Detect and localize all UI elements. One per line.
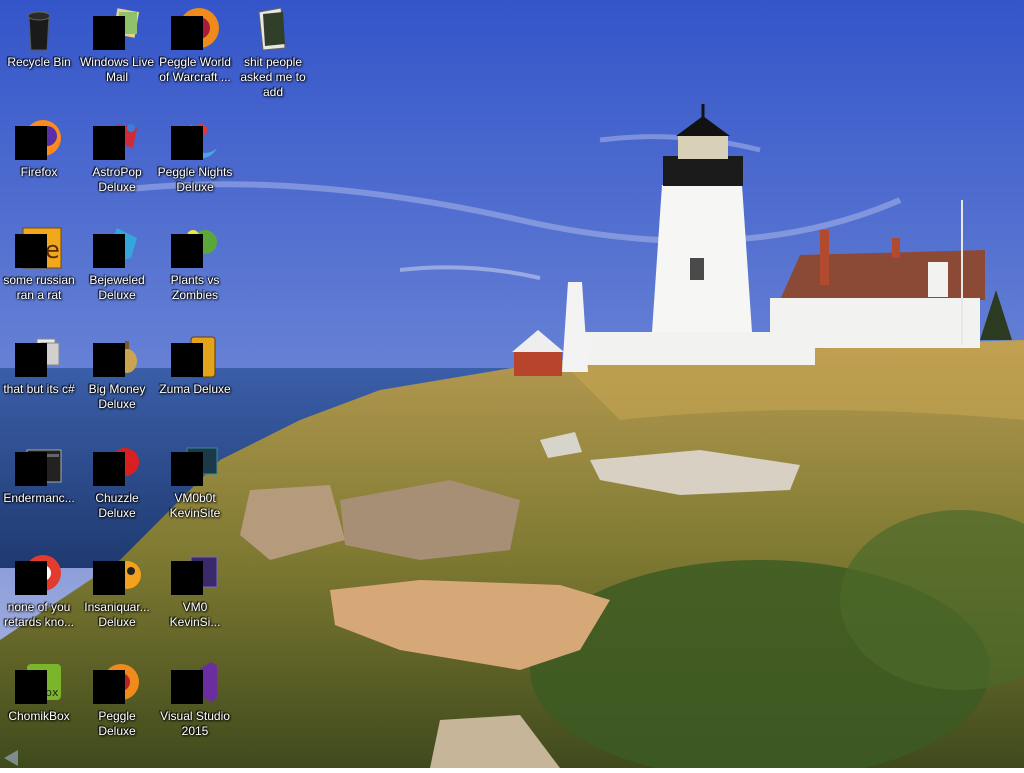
icon-label: that but its c# bbox=[3, 382, 75, 396]
redaction-box bbox=[93, 670, 125, 704]
desktop-icon-big-money-deluxe[interactable]: Big Money Deluxe bbox=[78, 327, 156, 435]
desktop-icon-bejeweled-deluxe[interactable]: Bejeweled Deluxe bbox=[78, 218, 156, 326]
desktop-icon-astropop-deluxe[interactable]: AstroPop Deluxe bbox=[78, 110, 156, 218]
desktop-icon-recycle-bin[interactable]: Recycle Bin bbox=[0, 0, 78, 108]
redaction-box bbox=[15, 452, 47, 486]
desktop-icon-vm0-kevinsite[interactable]: VM0 KevinSi... bbox=[156, 545, 234, 653]
icon-label: Bejeweled Deluxe bbox=[89, 273, 145, 302]
redaction-box bbox=[93, 452, 125, 486]
icon-label: Chuzzle Deluxe bbox=[95, 491, 139, 520]
desktop-icon-chuzzle-deluxe[interactable]: Chuzzle Deluxe bbox=[78, 436, 156, 544]
folder-icon bbox=[249, 4, 297, 52]
peggle-nights-icon bbox=[171, 114, 219, 162]
icon-label: Windows Live Mail bbox=[79, 55, 155, 84]
big-money-icon bbox=[93, 331, 141, 379]
icon-label: Peggle Deluxe bbox=[98, 709, 136, 738]
desktop-icon-russian-rat[interactable]: e some russian ran a rat bbox=[0, 218, 78, 326]
icon-label: ChomikBox bbox=[8, 709, 70, 723]
desktop-icon-endermanc[interactable]: Endermanc... bbox=[0, 436, 78, 544]
redaction-box bbox=[15, 343, 47, 377]
chomikbox-icon: bx bbox=[15, 658, 63, 706]
icon-label: Firefox bbox=[20, 165, 58, 179]
desktop-icon-firefox[interactable]: Firefox bbox=[0, 110, 78, 218]
redaction-box bbox=[93, 16, 125, 50]
bejeweled-icon bbox=[93, 222, 141, 270]
icon-label: Big Money Deluxe bbox=[88, 382, 146, 411]
firefox-icon bbox=[15, 114, 63, 162]
redaction-box bbox=[171, 343, 203, 377]
icon-label: VM0 KevinSi... bbox=[169, 600, 221, 629]
icon-label: Zuma Deluxe bbox=[159, 382, 231, 396]
astropop-icon bbox=[93, 114, 141, 162]
redaction-box bbox=[171, 670, 203, 704]
desktop-icon-vm0b0t-kevinsite[interactable]: VM0b0t KevinSite bbox=[156, 436, 234, 544]
vm-icon bbox=[171, 440, 219, 488]
recycle-bin-icon bbox=[15, 4, 63, 52]
peggle-wow-icon bbox=[171, 4, 219, 52]
chrome-icon bbox=[15, 549, 63, 597]
chuzzle-icon bbox=[93, 440, 141, 488]
peggle-icon bbox=[93, 658, 141, 706]
redaction-box bbox=[93, 561, 125, 595]
redaction-box bbox=[93, 343, 125, 377]
desktop-icon-that-but-its-csharp[interactable]: that but its c# bbox=[0, 327, 78, 435]
application-icon: e bbox=[15, 222, 63, 270]
icon-label: VM0b0t KevinSite bbox=[169, 491, 221, 520]
redaction-box bbox=[15, 126, 47, 160]
redaction-box bbox=[171, 126, 203, 160]
svg-text:bx: bx bbox=[45, 686, 59, 699]
redaction-box bbox=[171, 452, 203, 486]
icon-label: none of you retards kno... bbox=[3, 600, 75, 629]
redaction-box bbox=[171, 234, 203, 268]
icon-label: AstroPop Deluxe bbox=[92, 165, 142, 194]
icon-label: Visual Studio 2015 bbox=[160, 709, 230, 738]
desktop-icon-peggle-wow[interactable]: Peggle World of Warcraft ... bbox=[156, 0, 234, 108]
icon-label: Peggle World of Warcraft ... bbox=[159, 55, 231, 84]
desktop-icon-plants-vs-zombies[interactable]: Plants vs Zombies bbox=[156, 218, 234, 326]
svg-text:e: e bbox=[45, 236, 60, 264]
desktop-icon-chomikbox[interactable]: bx ChomikBox bbox=[0, 654, 78, 762]
cursor-arrow-icon bbox=[0, 748, 22, 768]
icon-label: Insaniquar... Deluxe bbox=[84, 600, 150, 629]
icon-label: Peggle Nights Deluxe bbox=[157, 165, 233, 194]
redaction-box bbox=[15, 561, 47, 595]
plants-vs-zombies-icon bbox=[171, 222, 219, 270]
desktop-icon-none-of-you[interactable]: none of you retards kno... bbox=[0, 545, 78, 653]
windows-live-mail-icon bbox=[93, 4, 141, 52]
terminal-icon bbox=[15, 440, 63, 488]
vm-icon bbox=[171, 549, 219, 597]
icon-label: shit people asked me to add bbox=[240, 55, 306, 99]
icon-label: Endermanc... bbox=[3, 491, 75, 505]
desktop-icon-insaniquarium-deluxe[interactable]: Insaniquar... Deluxe bbox=[78, 545, 156, 653]
shortcut-icon bbox=[15, 331, 63, 379]
visual-studio-icon bbox=[171, 658, 219, 706]
redaction-box bbox=[171, 16, 203, 50]
icon-label: Recycle Bin bbox=[7, 55, 71, 69]
desktop-icon-folder[interactable]: shit people asked me to add bbox=[234, 0, 312, 108]
redaction-box bbox=[15, 670, 47, 704]
insaniquarium-icon bbox=[93, 549, 141, 597]
desktop-icon-zuma-deluxe[interactable]: Zuma Deluxe bbox=[156, 327, 234, 435]
desktop-icon-peggle-nights-deluxe[interactable]: Peggle Nights Deluxe bbox=[156, 110, 234, 218]
redaction-box bbox=[93, 126, 125, 160]
icon-label: some russian ran a rat bbox=[3, 273, 75, 302]
desktop-icon-windows-live-mail[interactable]: Windows Live Mail bbox=[78, 0, 156, 108]
redaction-box bbox=[171, 561, 203, 595]
zuma-icon bbox=[171, 331, 219, 379]
desktop-icon-peggle-deluxe[interactable]: Peggle Deluxe bbox=[78, 654, 156, 762]
desktop-icon-visual-studio-2015[interactable]: Visual Studio 2015 bbox=[156, 654, 234, 762]
redaction-box bbox=[93, 234, 125, 268]
redaction-box bbox=[15, 234, 47, 268]
icon-label: Plants vs Zombies bbox=[170, 273, 220, 302]
